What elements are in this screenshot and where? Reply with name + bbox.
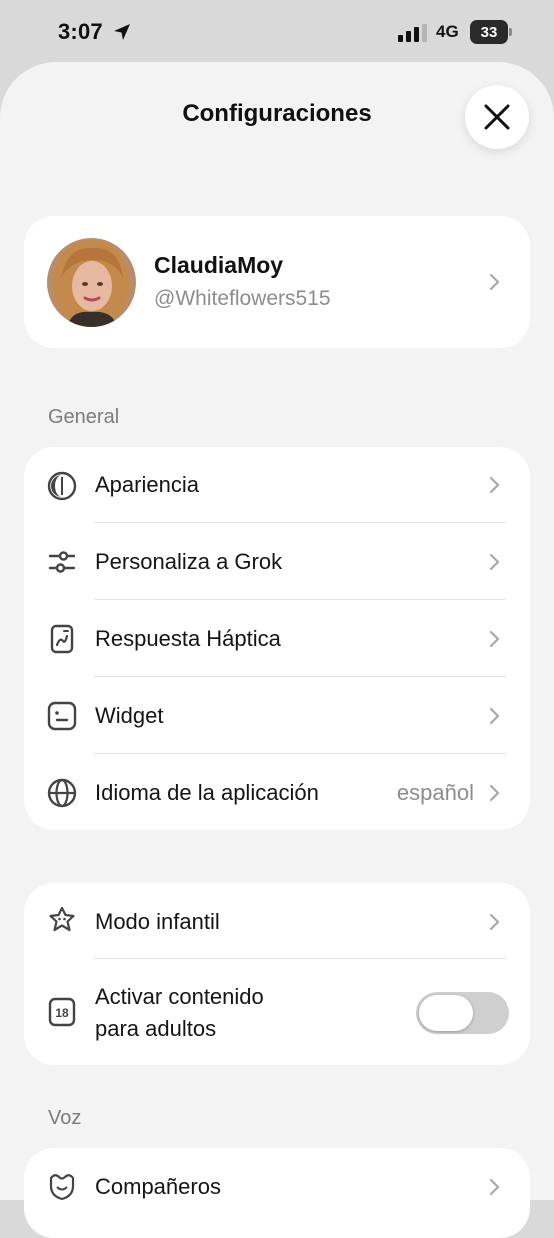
battery-level: 33: [470, 20, 508, 44]
adult-content-label-line1: Activar contenido: [95, 984, 264, 1009]
haptic-icon: [50, 624, 74, 654]
profile-card[interactable]: [24, 216, 530, 348]
profile-handle: @Whiteflowers515: [154, 287, 331, 310]
close-button[interactable]: [465, 85, 529, 149]
settings-item-widget[interactable]: Widget: [24, 677, 530, 753]
language-value: español: [396, 780, 474, 805]
cellular-signal-icon: [398, 24, 427, 42]
section-label-voice: Voz: [48, 1107, 82, 1129]
settings-item-label: Idioma de la aplicación: [95, 780, 319, 805]
close-icon: [484, 104, 510, 130]
age-18-icon: 18: [48, 997, 76, 1027]
chevron-right-icon: [489, 1178, 500, 1196]
adult-content-toggle[interactable]: [416, 992, 509, 1034]
settings-item-label: Widget: [95, 703, 164, 728]
status-time: 3:07: [58, 19, 103, 44]
avatar[interactable]: [47, 238, 136, 327]
kid-mode-icon: [49, 906, 75, 932]
settings-item-label: Respuesta Háptica: [95, 626, 281, 651]
settings-item-customize-grok[interactable]: Personaliza a Grok: [24, 523, 530, 599]
location-arrow-icon: [114, 24, 130, 40]
chevron-right-icon: [489, 913, 500, 931]
avatar-image: [47, 238, 136, 327]
settings-item-companions[interactable]: Compañeros: [24, 1148, 530, 1224]
settings-item-appearance[interactable]: Apariencia: [24, 447, 530, 523]
adult-content-label-line2: para adultos: [95, 1016, 217, 1041]
settings-item-language[interactable]: Idioma de la aplicación español: [24, 754, 530, 830]
sliders-icon: [48, 551, 76, 573]
toggle-knob: [419, 995, 473, 1031]
chevron-right-icon: [489, 784, 500, 802]
settings-item-label: Modo infantil: [95, 909, 220, 934]
settings-item-kid-mode[interactable]: Modo infantil: [24, 883, 530, 959]
battery-icon: 33: [470, 20, 512, 44]
companions-icon: [49, 1174, 75, 1201]
battery-tip: [509, 28, 512, 36]
settings-item-haptic[interactable]: Respuesta Háptica: [24, 600, 530, 676]
chevron-right-icon: [489, 630, 500, 648]
settings-item-label: Apariencia: [95, 472, 199, 497]
chevron-right-icon: [489, 553, 500, 571]
profile-name: ClaudiaMoy: [154, 252, 284, 278]
chevron-right-icon: [489, 707, 500, 725]
settings-item-label: Compañeros: [95, 1174, 221, 1199]
svg-text:18: 18: [55, 1006, 69, 1020]
chevron-right-icon: [489, 476, 500, 494]
settings-item-label: Personaliza a Grok: [95, 549, 283, 574]
chevron-right-icon: [489, 273, 500, 291]
appearance-icon: [47, 471, 77, 501]
section-label-general: General: [48, 406, 120, 428]
network-type: 4G: [436, 22, 459, 41]
globe-icon: [47, 778, 77, 808]
status-bar: 3:07 4G 33: [0, 0, 554, 62]
widget-icon: [47, 701, 77, 731]
